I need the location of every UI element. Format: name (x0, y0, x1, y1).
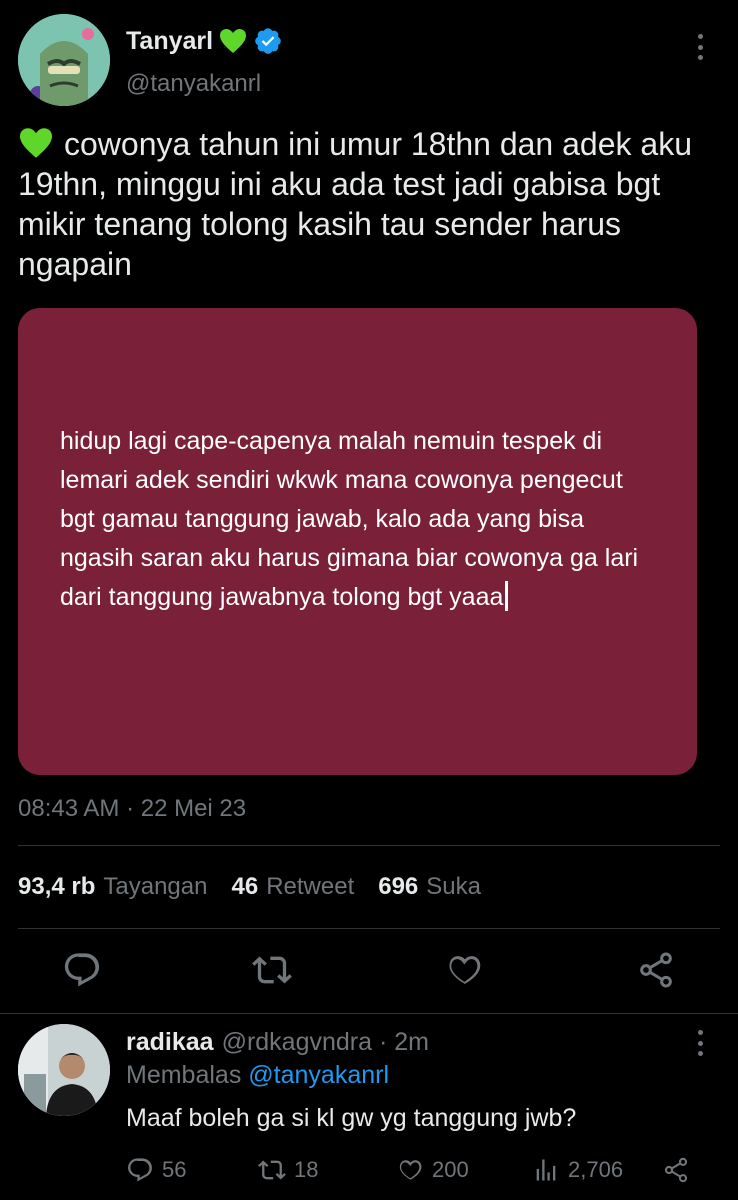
tweet-timestamp[interactable]: 08:43 AM · 22 Mei 23 (18, 795, 246, 823)
verified-badge-icon (255, 28, 281, 54)
tweet-stats: 93,4 rb Tayangan 46 Retweet 696 Suka (18, 873, 481, 901)
reply-text: Maaf boleh ga si kl gw yg tanggung jwb? (126, 1104, 577, 1132)
replying-mention-link[interactable]: @tanyakanrl (248, 1061, 389, 1089)
text-cursor (505, 581, 509, 611)
share-icon[interactable] (636, 950, 676, 990)
green-heart-icon (20, 128, 52, 158)
reply-display-name[interactable]: radikaa (126, 1028, 214, 1057)
tweet-actions (0, 950, 738, 994)
author-display-name[interactable]: Tanyarl (126, 27, 213, 56)
author-avatar[interactable] (18, 14, 110, 106)
reply-reply-button[interactable]: 56 (126, 1152, 186, 1188)
retweet-icon (258, 1160, 286, 1180)
retweets-stat[interactable]: 46 Retweet (231, 873, 354, 901)
views-count: 2,706 (568, 1157, 624, 1182)
likes-stat[interactable]: 696 Suka (378, 873, 481, 901)
author-name-row[interactable]: Tanyarl (126, 26, 283, 56)
reply-count: 56 (162, 1157, 187, 1182)
like-icon[interactable] (444, 950, 484, 990)
tweet-body: cowonya tahun ini umur 18thn dan adek ak… (18, 126, 692, 282)
retweet-icon[interactable] (252, 950, 292, 990)
reply-like-button[interactable]: 200 (396, 1152, 469, 1188)
author-handle[interactable]: @tanyakanrl (126, 70, 261, 98)
media-text-content: hidup lagi cape-capenya malah nemuin tes… (60, 427, 639, 611)
divider (18, 928, 720, 929)
share-icon (664, 1157, 688, 1183)
reply-icon[interactable] (62, 950, 102, 990)
tweet-text: cowonya tahun ini umur 18thn dan adek ak… (18, 124, 718, 284)
reply-header: radikaa @rdkagvndra · 2m (126, 1028, 429, 1057)
divider (18, 845, 720, 846)
reply-actions: 56 18 200 2,706 (126, 1152, 726, 1188)
replying-prefix: Membalas (126, 1061, 242, 1089)
reply-views-button[interactable]: 2,706 (532, 1152, 623, 1188)
retweet-count: 18 (294, 1157, 319, 1182)
like-icon (399, 1160, 422, 1180)
green-heart-icon (220, 29, 247, 53)
reply-handle-time[interactable]: @rdkagvndra · 2m (222, 1028, 429, 1057)
more-icon[interactable] (690, 34, 710, 60)
reply-share-button[interactable] (662, 1152, 690, 1188)
reply-icon (128, 1158, 152, 1182)
views-icon (536, 1159, 556, 1181)
reply-avatar[interactable] (18, 1024, 110, 1116)
media-text: hidup lagi cape-capenya malah nemuin tes… (60, 422, 660, 617)
like-count: 200 (432, 1157, 469, 1182)
replying-to: Membalas @tanyakanrl (126, 1061, 389, 1090)
divider (0, 1013, 738, 1014)
more-icon[interactable] (690, 1030, 710, 1056)
reply-retweet-button[interactable]: 18 (258, 1152, 318, 1188)
views-stat[interactable]: 93,4 rb Tayangan (18, 873, 207, 901)
